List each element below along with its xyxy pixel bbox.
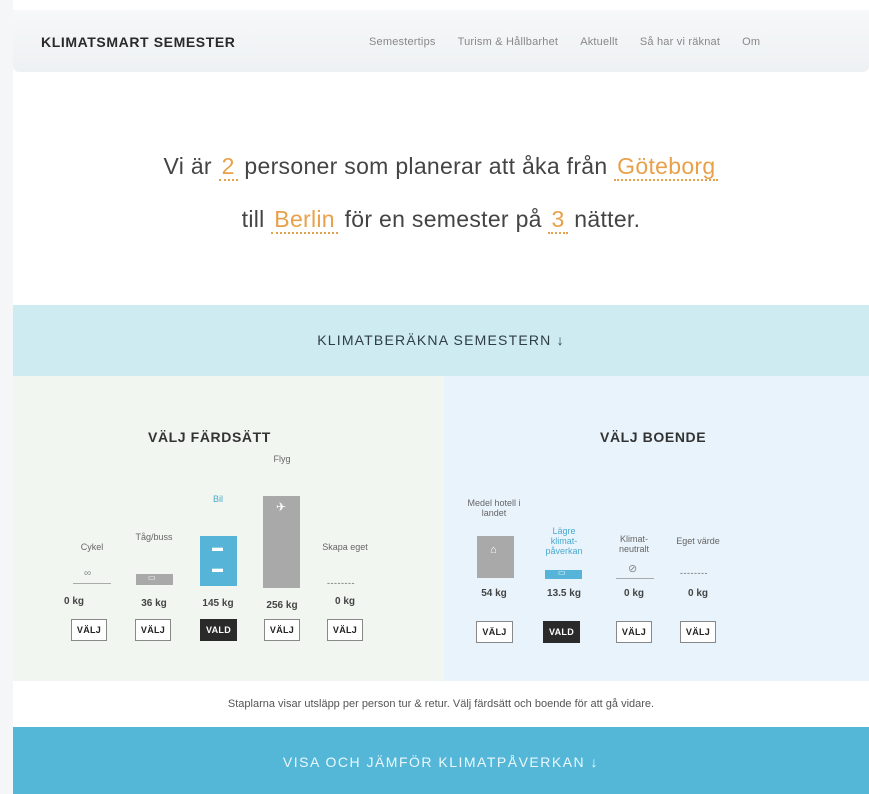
emission-bar xyxy=(477,536,514,578)
from-city-input[interactable]: Göteborg xyxy=(614,153,719,181)
nav-om[interactable]: Om xyxy=(742,36,760,48)
accommodation-select-button[interactable]: VALD xyxy=(543,621,580,643)
accommodation-panel: VÄLJ BOENDE Medel hotell i landet ⌂ 54 k… xyxy=(444,376,869,681)
trip-sentence: Vi är 2 personer som planerar att åka fr… xyxy=(13,140,869,246)
accommodation-option-medel-hotell: Medel hotell i landet ⌂ 54 kg VÄLJ xyxy=(464,494,524,646)
accommodation-select-button[interactable]: VÄLJ xyxy=(476,621,513,643)
option-label: Flyg xyxy=(273,454,291,464)
accommodation-select-button[interactable]: VÄLJ xyxy=(616,621,652,643)
transport-option-flyg: Flyg ✈ 256 kg VÄLJ xyxy=(257,452,307,646)
bed-icon: ▭ xyxy=(558,568,566,577)
plane-icon: ✈ xyxy=(276,500,287,514)
option-value: 0 kg xyxy=(623,588,644,599)
option-value: 54 kg xyxy=(481,588,507,599)
transport-option-cykel: Cykel ∞ 0 kg VÄLJ xyxy=(64,526,117,646)
baseline xyxy=(73,583,111,584)
transport-select-button[interactable]: VÄLJ xyxy=(71,619,107,641)
option-label: Skapa eget xyxy=(322,542,368,552)
accommodation-option-eget-varde: Eget värde -------- 0 kg VÄLJ xyxy=(666,526,730,646)
transport-select-button[interactable]: VALD xyxy=(200,619,237,641)
zero-icon: ⊘ xyxy=(628,563,638,575)
option-value: 145 kg xyxy=(202,598,234,609)
option-value: 0 kg xyxy=(64,596,85,607)
option-value: 36 kg xyxy=(141,598,167,609)
site-logo[interactable]: KLIMATSMART SEMESTER xyxy=(41,34,236,50)
accommodation-option-klimatneutralt: Klimat-neutralt ⊘ 0 kg VÄLJ xyxy=(604,526,664,646)
transport-title: VÄLJ FÄRDSÄTT xyxy=(148,429,271,445)
custom-value-field[interactable]: -------- xyxy=(680,568,708,578)
custom-value-field[interactable]: -------- xyxy=(327,578,355,588)
site-header: KLIMATSMART SEMESTER Semestertips Turism… xyxy=(13,10,869,72)
nav-sa-har-vi-raknat[interactable]: Så har vi räknat xyxy=(640,36,720,48)
transport-select-button[interactable]: VÄLJ xyxy=(264,619,300,641)
transport-option-tag-buss: Tåg/buss ▭ 36 kg VÄLJ xyxy=(129,526,179,646)
compare-climate-impact-button[interactable]: VISA OCH JÄMFÖR KLIMATPÅVERKAN ↓ xyxy=(13,727,869,794)
nav-aktuellt[interactable]: Aktuellt xyxy=(580,36,618,48)
transport-select-button[interactable]: VÄLJ xyxy=(135,619,171,641)
hero-text: nätter. xyxy=(574,206,641,232)
option-label: Cykel xyxy=(80,542,104,552)
accommodation-title: VÄLJ BOENDE xyxy=(600,429,707,445)
calculate-band[interactable]: KLIMATBERÄKNA SEMESTERN ↓ xyxy=(13,305,869,376)
hero-text: till xyxy=(241,206,265,232)
option-label: Lägre klimat-påverkan xyxy=(545,526,583,556)
hero-text: Vi är xyxy=(163,153,212,179)
bicycle-icon: ∞ xyxy=(84,568,92,579)
hero-text: för en semester på xyxy=(344,206,542,232)
option-label: Medel hotell i landet xyxy=(467,498,521,518)
car-icon: ▬ xyxy=(212,563,223,575)
accommodation-option-lagre-klimatpaverkan: Lägre klimat-påverkan ▭ 13.5 kg VALD xyxy=(534,526,594,646)
nights-input[interactable]: 3 xyxy=(548,206,568,234)
option-label: Klimat-neutralt xyxy=(618,534,650,554)
option-value: 0 kg xyxy=(334,596,355,607)
accommodation-select-button[interactable]: VÄLJ xyxy=(680,621,716,643)
transport-select-button[interactable]: VÄLJ xyxy=(327,619,363,641)
option-label: Eget värde xyxy=(676,536,720,546)
option-value: 13.5 kg xyxy=(547,588,581,599)
option-value: 0 kg xyxy=(687,588,708,599)
nav-semestertips[interactable]: Semestertips xyxy=(369,36,436,48)
transport-panel: VÄLJ FÄRDSÄTT Cykel ∞ 0 kg VÄLJ Tåg/buss… xyxy=(13,376,444,681)
main-nav: Semestertips Turism & Hållbarhet Aktuell… xyxy=(369,36,782,48)
nav-turism-hallbarhet[interactable]: Turism & Hållbarhet xyxy=(458,36,559,48)
footnote: Staplarna visar utsläpp per person tur &… xyxy=(227,698,655,710)
car-icon: ▬ xyxy=(212,542,223,554)
hero-text: personer som planerar att åka från xyxy=(244,153,608,179)
transport-option-skapa-eget: Skapa eget -------- 0 kg VÄLJ xyxy=(315,526,375,646)
house-icon: ⌂ xyxy=(490,544,497,556)
page: KLIMATSMART SEMESTER Semestertips Turism… xyxy=(13,0,869,794)
to-city-input[interactable]: Berlin xyxy=(271,206,338,234)
option-label: Tåg/buss xyxy=(135,532,173,542)
transport-option-bil: Bil ▬ ▬ 145 kg VALD xyxy=(193,486,243,646)
persons-input[interactable]: 2 xyxy=(218,153,238,181)
train-icon: ▭ xyxy=(148,573,156,582)
option-value: 256 kg xyxy=(266,600,298,611)
option-label: Bil xyxy=(212,494,223,504)
baseline xyxy=(616,578,654,579)
